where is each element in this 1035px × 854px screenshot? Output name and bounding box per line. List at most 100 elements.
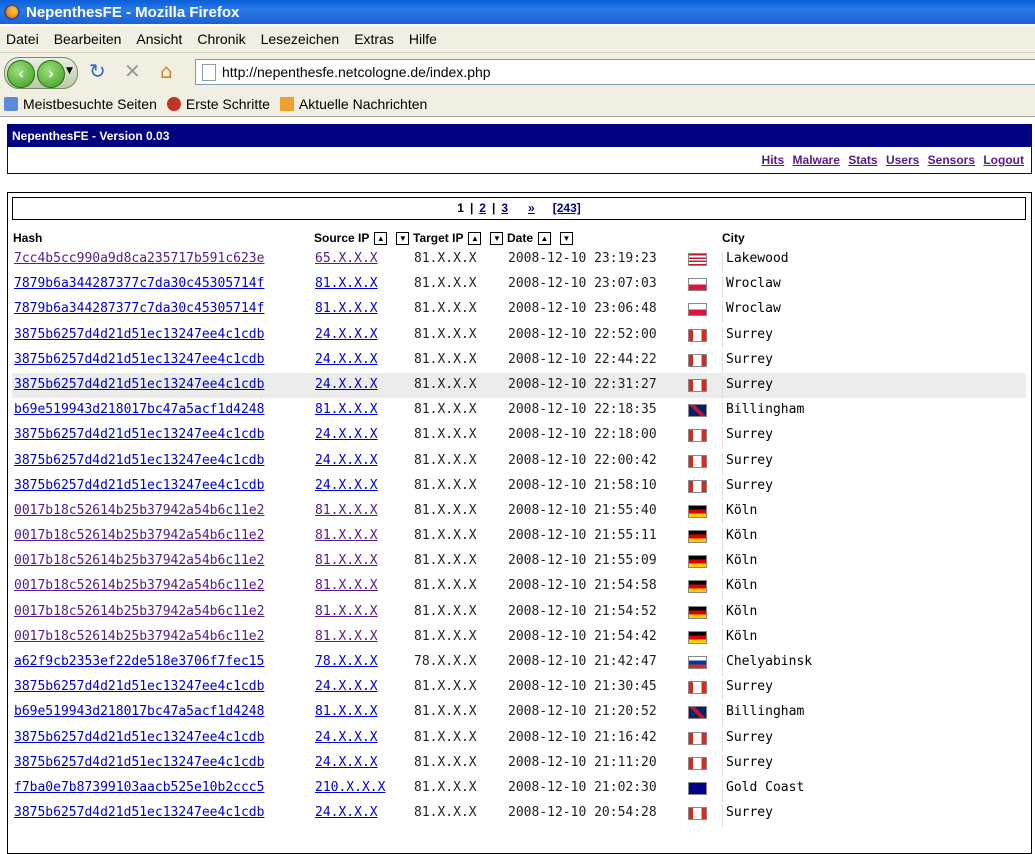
bookmark-aktuelle-nachrichten[interactable]: Aktuelle Nachrichten [279, 96, 427, 112]
source-ip-link[interactable]: 81.X.X.X [315, 704, 378, 719]
nav-stats[interactable]: Stats [848, 153, 877, 167]
page-link-3[interactable]: 3 [501, 201, 508, 215]
menu-bearbeiten[interactable]: Bearbeiten [54, 31, 122, 47]
source-ip-link[interactable]: 24.X.X.X [315, 453, 378, 468]
menu-chronik[interactable]: Chronik [197, 31, 245, 47]
source-ip-link[interactable]: 24.X.X.X [315, 352, 378, 367]
menu-datei[interactable]: Datei [6, 31, 39, 47]
hit-date: 2008-12-10 21:55:09 [508, 553, 657, 569]
source-ip-link[interactable]: 24.X.X.X [315, 478, 378, 493]
bookmark-meistbesuchte[interactable]: Meistbesuchte Seiten [4, 96, 157, 112]
source-ip-link[interactable]: 81.X.X.X [315, 629, 378, 644]
reload-icon[interactable]: ↻ [89, 61, 106, 81]
table-row: b69e519943d218017bc47a5acf1d4248 81.X.X.X… [12, 398, 1026, 425]
hit-date: 2008-12-10 21:11:20 [508, 754, 657, 770]
source-ip-link[interactable]: 24.X.X.X [315, 427, 378, 442]
bookmark-label: Meistbesuchte Seiten [23, 95, 157, 112]
source-ip-link[interactable]: 65.X.X.X [315, 251, 378, 266]
page-total[interactable]: [243] [553, 201, 581, 215]
hit-date: 2008-12-10 23:07:03 [508, 276, 657, 292]
hit-date: 2008-12-10 22:52:00 [508, 326, 657, 342]
city-name: Köln [722, 628, 1026, 651]
sort-desc-icon[interactable]: ▼ [396, 231, 410, 245]
hash-link[interactable]: b69e519943d218017bc47a5acf1d4248 [14, 704, 264, 719]
bookmark-erste-schritte[interactable]: Erste Schritte [166, 96, 270, 112]
source-ip-link[interactable]: 81.X.X.X [315, 503, 378, 518]
nav-hits[interactable]: Hits [762, 153, 785, 167]
hash-link[interactable]: 3875b6257d4d21d51ec13247ee4c1cdb [14, 327, 264, 342]
source-ip-link[interactable]: 81.X.X.X [315, 301, 378, 316]
hash-link[interactable]: 3875b6257d4d21d51ec13247ee4c1cdb [14, 730, 264, 745]
source-ip-link[interactable]: 81.X.X.X [315, 578, 378, 593]
hash-link[interactable]: 0017b18c52614b25b37942a54b6c11e2 [14, 629, 264, 644]
source-ip-link[interactable]: 81.X.X.X [315, 402, 378, 417]
hash-link[interactable]: 7879b6a344287377c7da30c45305714f [14, 301, 264, 316]
target-ip: 81.X.X.X [414, 704, 477, 720]
hash-link[interactable]: a62f9cb2353ef22de518e3706f7fec15 [14, 654, 264, 669]
hash-link[interactable]: b69e519943d218017bc47a5acf1d4248 [14, 402, 264, 417]
source-ip-link[interactable]: 81.X.X.X [315, 604, 378, 619]
hit-date: 2008-12-10 23:06:48 [508, 301, 657, 317]
source-ip-link[interactable]: 24.X.X.X [315, 805, 378, 820]
target-ip: 81.X.X.X [414, 528, 477, 544]
hash-link[interactable]: 0017b18c52614b25b37942a54b6c11e2 [14, 604, 264, 619]
target-ip: 81.X.X.X [414, 502, 477, 518]
home-icon[interactable]: ⌂ [160, 61, 173, 81]
stop-icon[interactable]: ✕ [124, 61, 141, 81]
page-icon [202, 64, 216, 81]
source-ip-link[interactable]: 24.X.X.X [315, 377, 378, 392]
hash-link[interactable]: 3875b6257d4d21d51ec13247ee4c1cdb [14, 377, 264, 392]
column-label: Hash [13, 231, 43, 245]
target-ip: 81.X.X.X [414, 427, 477, 443]
back-button[interactable]: ‹ [7, 60, 35, 88]
menu-extras[interactable]: Extras [354, 31, 394, 47]
sort-asc-icon[interactable]: ▲ [538, 231, 552, 245]
menu-ansicht[interactable]: Ansicht [136, 31, 182, 47]
page-content: NepenthesFE - Version 0.03 Hits Malware … [0, 117, 1035, 854]
hash-link[interactable]: 3875b6257d4d21d51ec13247ee4c1cdb [14, 427, 264, 442]
menu-lesezeichen[interactable]: Lesezeichen [261, 31, 340, 47]
nav-malware[interactable]: Malware [793, 153, 840, 167]
hash-link[interactable]: 0017b18c52614b25b37942a54b6c11e2 [14, 578, 264, 593]
hash-link[interactable]: 7879b6a344287377c7da30c45305714f [14, 276, 264, 291]
hash-link[interactable]: 3875b6257d4d21d51ec13247ee4c1cdb [14, 679, 264, 694]
hash-link[interactable]: 3875b6257d4d21d51ec13247ee4c1cdb [14, 453, 264, 468]
column-label: Source IP [314, 231, 370, 245]
address-bar[interactable]: http://nepenthesfe.netcologne.de/index.p… [195, 59, 1035, 85]
menu-hilfe[interactable]: Hilfe [409, 31, 437, 47]
hash-link[interactable]: 3875b6257d4d21d51ec13247ee4c1cdb [14, 805, 264, 820]
hash-link[interactable]: 7cc4b5cc990a9d8ca235717b591c623e [14, 251, 264, 266]
nav-users[interactable]: Users [886, 153, 919, 167]
hash-link[interactable]: f7ba0e7b87399103aacb525e10b2ccc5 [14, 780, 264, 795]
url-text: http://nepenthesfe.netcologne.de/index.p… [222, 64, 491, 80]
source-ip-link[interactable]: 78.X.X.X [315, 654, 378, 669]
source-ip-link[interactable]: 81.X.X.X [315, 553, 378, 568]
hash-link[interactable]: 0017b18c52614b25b37942a54b6c11e2 [14, 553, 264, 568]
hash-link[interactable]: 3875b6257d4d21d51ec13247ee4c1cdb [14, 755, 264, 770]
app-title: NepenthesFE - Version 0.03 [8, 125, 1031, 147]
source-ip-link[interactable]: 81.X.X.X [315, 276, 378, 291]
source-ip-link[interactable]: 24.X.X.X [315, 679, 378, 694]
hash-link[interactable]: 3875b6257d4d21d51ec13247ee4c1cdb [14, 478, 264, 493]
hash-link[interactable]: 3875b6257d4d21d51ec13247ee4c1cdb [14, 352, 264, 367]
sort-asc-icon[interactable]: ▲ [468, 231, 482, 245]
nav-logout[interactable]: Logout [983, 153, 1024, 167]
nav-sensors[interactable]: Sensors [928, 153, 975, 167]
source-ip-link[interactable]: 24.X.X.X [315, 327, 378, 342]
sort-asc-icon[interactable]: ▲ [374, 231, 388, 245]
page-link-2[interactable]: 2 [479, 201, 486, 215]
source-ip-link[interactable]: 24.X.X.X [315, 755, 378, 770]
hit-date: 2008-12-10 21:02:30 [508, 779, 657, 795]
hash-link[interactable]: 0017b18c52614b25b37942a54b6c11e2 [14, 528, 264, 543]
sort-desc-icon[interactable]: ▼ [560, 231, 574, 245]
source-ip-link[interactable]: 81.X.X.X [315, 528, 378, 543]
history-dropdown-icon[interactable]: ▼ [66, 66, 73, 76]
page-next[interactable]: » [528, 201, 535, 215]
source-ip-link[interactable]: 210.X.X.X [315, 780, 385, 795]
forward-button[interactable]: › [37, 60, 65, 88]
source-ip-link[interactable]: 24.X.X.X [315, 730, 378, 745]
hash-link[interactable]: 0017b18c52614b25b37942a54b6c11e2 [14, 503, 264, 518]
city-name: Lakewood [722, 251, 1026, 273]
sort-desc-icon[interactable]: ▼ [490, 231, 504, 245]
city-name: Köln [722, 578, 1026, 601]
